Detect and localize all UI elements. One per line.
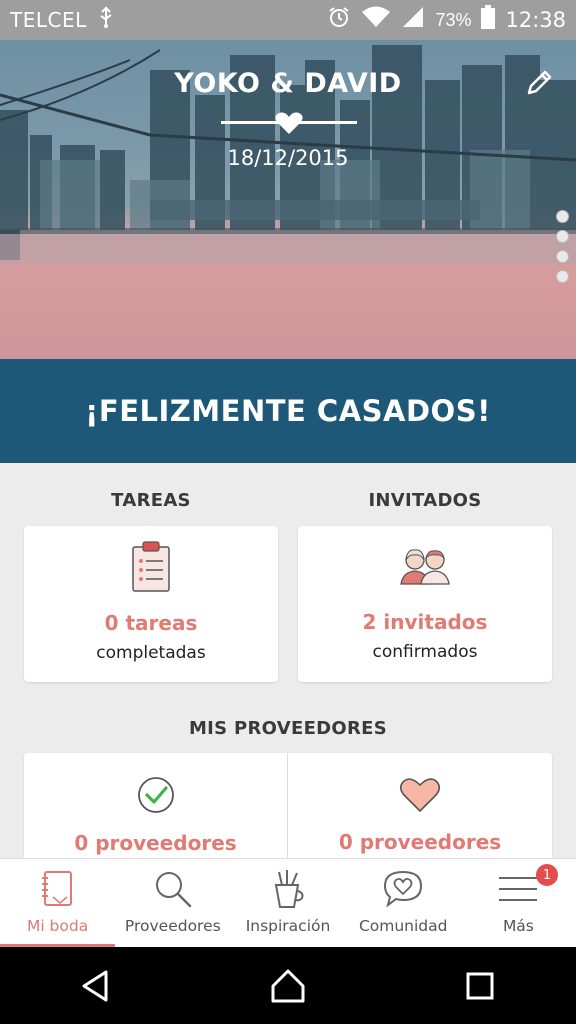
providers-right-count: 0 proveedores	[338, 830, 502, 854]
tasks-title: TAREAS	[111, 490, 191, 511]
banner-text: ¡FELIZMENTE CASADOS!	[85, 394, 491, 428]
couple-names: YOKO & DAVID	[174, 68, 402, 99]
nav-label: Comunidad	[358, 917, 448, 935]
nav-label: Inspiración	[245, 917, 331, 935]
menu-icon	[499, 877, 538, 901]
providers-card[interactable]: 0 proveedores 0 proveedores	[24, 753, 552, 873]
notification-badge: 1	[536, 864, 559, 886]
chat-heart-icon	[384, 870, 423, 908]
back-icon[interactable]	[76, 966, 116, 1006]
carousel-dot[interactable]	[556, 270, 569, 283]
tasks-card[interactable]: 0 tareas completadas	[24, 526, 278, 682]
guests-sub: confirmados	[372, 642, 478, 662]
battery-percent: 73%	[435, 9, 472, 30]
providers-right[interactable]: 0 proveedores	[288, 753, 552, 854]
nav-item-inspiracion[interactable]: Inspiración	[230, 859, 345, 947]
pencil-cup-icon	[274, 870, 304, 908]
nav-label: Más	[502, 917, 534, 935]
wifi-icon	[361, 5, 391, 35]
guests-count: 2 invitados	[362, 610, 488, 634]
hero-cover-photo: YOKO & DAVID 18/12/2015	[0, 40, 576, 359]
alarm-icon	[327, 5, 351, 35]
usb-icon	[99, 6, 113, 34]
battery-icon	[481, 5, 496, 35]
guests-card[interactable]: 2 invitados confirmados	[298, 526, 552, 682]
providers-left[interactable]: 0 proveedores	[24, 753, 287, 855]
guests-icon	[400, 549, 450, 585]
nav-label: Proveedores	[124, 917, 221, 935]
tasks-sub: completadas	[96, 643, 206, 663]
nav-item-mi-boda[interactable]: Mi boda	[0, 859, 116, 947]
carousel-dots[interactable]	[556, 210, 569, 283]
providers-left-count: 0 proveedores	[74, 831, 237, 855]
notebook-icon	[41, 871, 72, 906]
home-icon[interactable]	[268, 966, 308, 1006]
status-banner: ¡FELIZMENTE CASADOS!	[0, 359, 576, 463]
carrier-label: TELCEL	[10, 8, 87, 32]
providers-title: MIS PROVEEDORES	[188, 718, 388, 739]
tasks-count: 0 tareas	[104, 611, 198, 635]
bottom-navigation: Mi boda Proveedores Inspiración Comunida…	[0, 858, 576, 947]
guests-title: INVITADOS	[368, 490, 482, 511]
signal-icon	[401, 5, 425, 35]
carousel-dot[interactable]	[556, 210, 569, 223]
wedding-date: 18/12/2015	[227, 146, 349, 170]
nav-item-mas[interactable]: 1 Más	[461, 859, 576, 947]
recent-apps-icon[interactable]	[460, 966, 500, 1006]
system-navigation-bar	[0, 947, 576, 1024]
clock: 12:38	[505, 8, 566, 32]
status-bar: TELCEL 73% 12:38	[0, 0, 576, 40]
heart-icon	[399, 778, 441, 812]
nav-label: Mi boda	[26, 917, 89, 935]
checkmark-circle-icon	[137, 777, 174, 813]
nav-item-comunidad[interactable]: Comunidad	[346, 859, 461, 947]
heart-divider-icon	[221, 112, 357, 134]
clipboard-icon	[132, 541, 170, 592]
carousel-dot[interactable]	[556, 250, 569, 263]
carousel-dot[interactable]	[556, 230, 569, 243]
nav-item-proveedores[interactable]: Proveedores	[115, 859, 230, 947]
pencil-icon[interactable]	[524, 68, 554, 98]
search-icon	[155, 872, 192, 908]
